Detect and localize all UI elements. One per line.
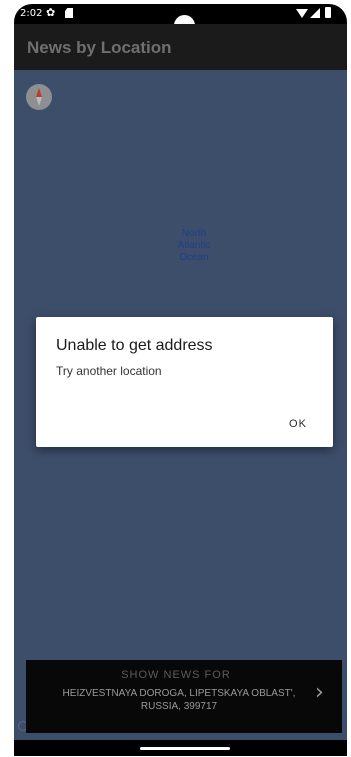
dialog-title: Unable to get address	[56, 337, 213, 354]
error-dialog: Unable to get address Try another locati…	[36, 317, 333, 447]
dialog-message: Try another location	[56, 364, 162, 378]
phone-screen: 2:02 ✿ News by Location North Atlantic O…	[14, 4, 347, 756]
ok-button[interactable]: OK	[280, 413, 316, 435]
